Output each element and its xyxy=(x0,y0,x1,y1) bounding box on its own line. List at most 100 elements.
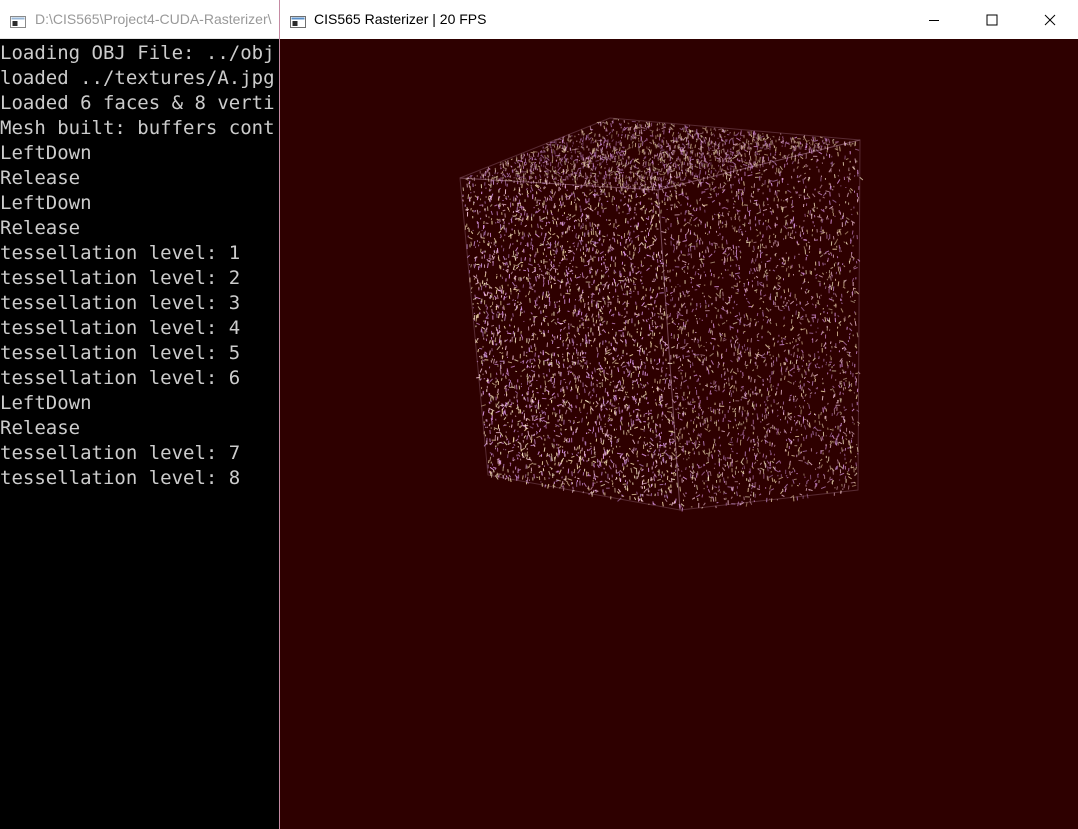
cube-fragment xyxy=(710,341,712,344)
cube-fragment xyxy=(701,494,704,498)
cube-fragment xyxy=(518,277,520,281)
cube-fragment xyxy=(588,391,591,395)
cube-fragment xyxy=(700,140,702,146)
cube-fragment xyxy=(571,163,573,166)
cube-fragment xyxy=(676,344,679,349)
render-viewport[interactable] xyxy=(280,39,1078,829)
rasterizer-titlebar[interactable]: CIS565 Rasterizer | 20 FPS xyxy=(280,0,1078,39)
cube-fragment xyxy=(514,224,517,227)
cube-fragment xyxy=(600,483,606,487)
cube-fragment xyxy=(830,297,833,299)
cube-fragment xyxy=(734,418,737,422)
cube-fragment xyxy=(550,263,553,267)
cube-fragment xyxy=(827,253,831,256)
cube-fragment xyxy=(705,366,708,371)
cube-fragment xyxy=(729,165,735,168)
cube-fragment xyxy=(799,384,801,390)
cube-fragment xyxy=(761,325,763,330)
cube-fragment xyxy=(603,414,606,418)
cube-fragment xyxy=(687,155,689,161)
cube-fragment xyxy=(796,421,798,424)
cube-fragment xyxy=(774,234,777,239)
cube-fragment xyxy=(842,286,846,289)
cube-fragment xyxy=(692,463,694,468)
cube-fragment xyxy=(777,241,780,246)
cube-fragment xyxy=(798,482,801,485)
cube-fragment xyxy=(824,316,827,322)
cube-fragment xyxy=(684,344,688,347)
close-button[interactable] xyxy=(1021,0,1078,39)
cube-fragment xyxy=(640,142,642,148)
cube-fragment xyxy=(753,318,756,321)
cube-fragment xyxy=(695,491,698,494)
cube-fragment xyxy=(690,281,692,284)
cube-fragment xyxy=(674,259,676,262)
cube-fragment xyxy=(699,197,702,202)
cube-fragment xyxy=(678,326,681,329)
cube-fragment xyxy=(750,268,752,272)
cube-fragment xyxy=(703,155,706,160)
cube-fragment xyxy=(643,176,646,180)
rasterizer-window[interactable]: CIS565 Rasterizer | 20 FPS xyxy=(279,0,1078,829)
cube-fragment xyxy=(566,289,569,293)
cube-fragment xyxy=(703,136,705,141)
cube-fragment xyxy=(681,448,683,451)
cube-fragment xyxy=(814,378,816,382)
cube-fragment xyxy=(773,426,776,430)
cube-fragment xyxy=(666,314,669,319)
cube-fragment xyxy=(723,383,726,389)
cube-fragment xyxy=(521,161,524,167)
cube-fragment xyxy=(762,300,765,303)
cube-fragment xyxy=(757,447,760,453)
cube-fragment xyxy=(677,164,680,167)
cube-fragment xyxy=(719,156,723,159)
cube-fragment xyxy=(813,374,819,377)
cube-fragment xyxy=(783,324,786,327)
cube-fragment xyxy=(721,430,726,433)
cube-fragment xyxy=(710,329,712,334)
cube-fragment xyxy=(780,370,783,376)
cube-fragment xyxy=(722,184,726,189)
cube-fragment xyxy=(849,187,854,191)
cube-fragment xyxy=(753,130,756,136)
cube-fragment xyxy=(546,180,549,184)
cube-fragment xyxy=(589,151,593,156)
cube-fragment xyxy=(787,226,793,229)
cube-fragment xyxy=(581,447,583,452)
cube-fragment xyxy=(680,381,683,387)
cube-fragment xyxy=(753,241,757,244)
cube-fragment xyxy=(756,312,759,317)
cube-fragment xyxy=(759,135,765,139)
cube-fragment xyxy=(812,193,816,198)
maximize-button[interactable] xyxy=(963,0,1021,39)
cube-fragment xyxy=(686,222,691,224)
cube-fragment xyxy=(718,473,722,478)
cube-fragment xyxy=(774,172,777,175)
cube-fragment xyxy=(714,389,718,392)
console-title: D:\CIS565\Project4-CUDA-Rasterizer\ xyxy=(35,11,272,27)
cube-fragment xyxy=(533,259,536,263)
cube-fragment xyxy=(844,231,849,235)
cube-fragment xyxy=(747,300,751,304)
minimize-button[interactable] xyxy=(905,0,963,39)
cube-fragment xyxy=(763,275,769,277)
cube-fragment xyxy=(769,466,772,470)
cube-fragment xyxy=(584,172,587,178)
cube-fragment xyxy=(676,435,679,440)
cube-fragment xyxy=(651,184,653,189)
cube-fragment xyxy=(754,199,758,202)
cube-fragment xyxy=(777,340,779,343)
maximize-icon xyxy=(986,14,998,26)
cube-fragment xyxy=(833,405,838,410)
cube-fragment xyxy=(680,503,685,507)
cube-fragment xyxy=(662,175,665,181)
cube-fragment xyxy=(798,459,803,462)
cube-fragment xyxy=(493,176,495,180)
cube-fragment xyxy=(573,167,575,171)
cube-fragment xyxy=(680,470,683,472)
cube-fragment xyxy=(653,235,657,238)
cube-fragment xyxy=(836,486,838,490)
cube-fragment xyxy=(682,354,684,359)
cube-fragment xyxy=(785,368,787,373)
cube-fragment xyxy=(773,179,779,182)
